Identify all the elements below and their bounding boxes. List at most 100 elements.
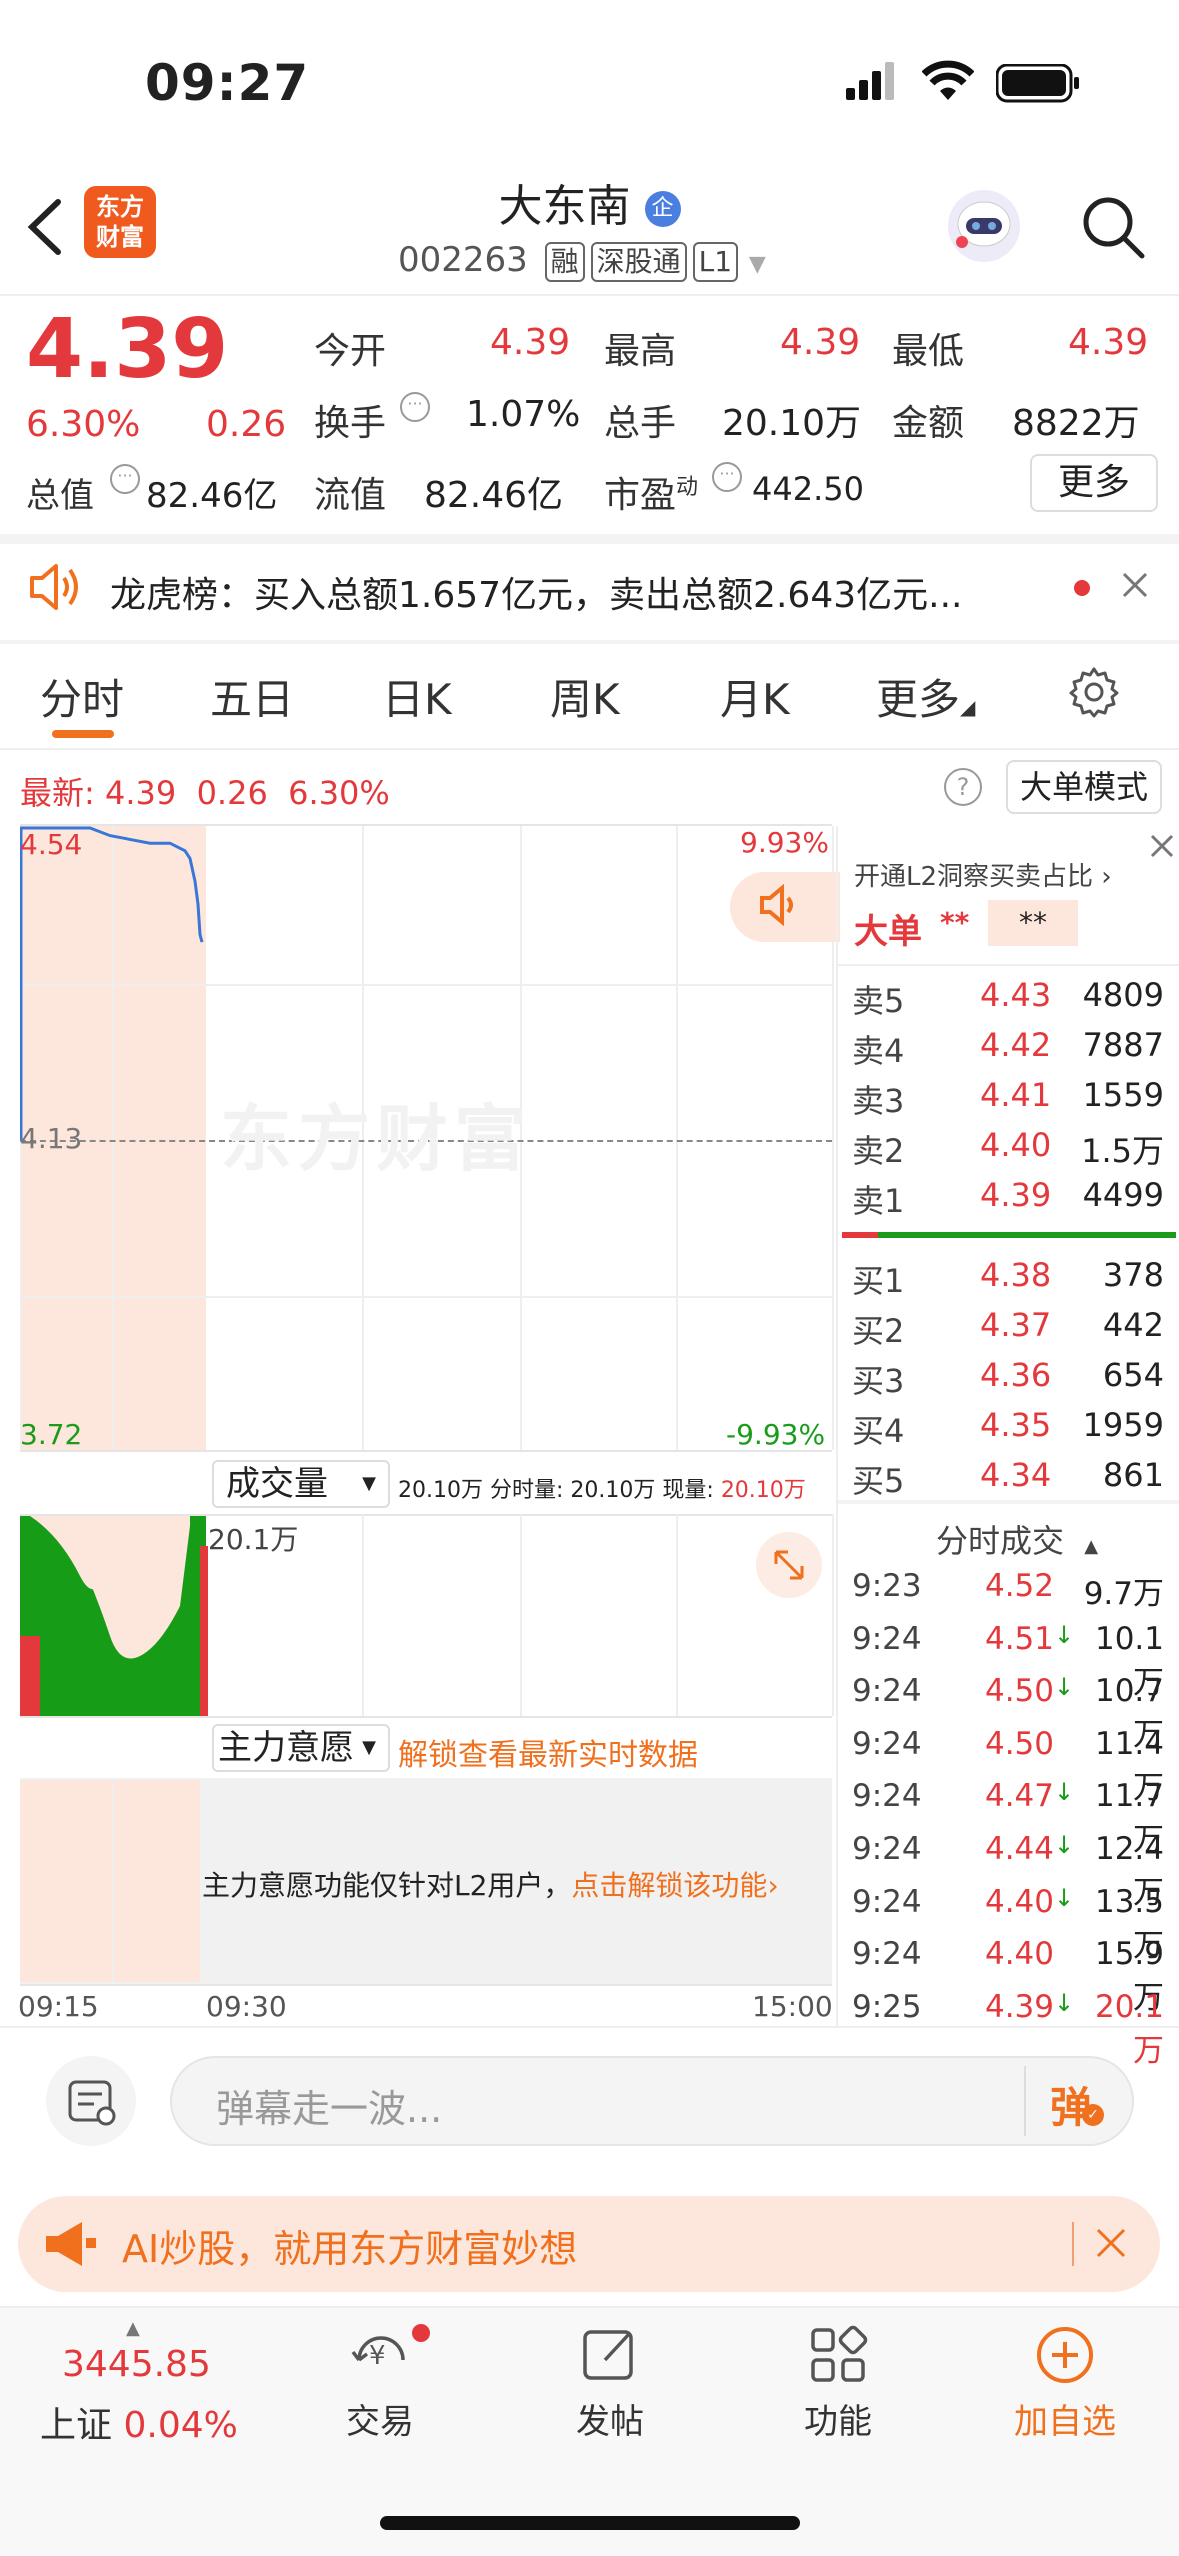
label-volume: 总手 [604,403,677,444]
bid-row[interactable]: 买1 4.38 378 [852,1256,1164,1302]
big-order-value-2: ** [988,900,1078,946]
price-line [20,826,204,1140]
ask-row[interactable]: 卖4 4.42 7887 [852,1026,1164,1072]
zhuli-highlight-area [20,1780,200,1982]
price-line-chart [20,826,204,1140]
bid-volume: 378 [1102,1256,1164,1294]
svg-text:¥: ¥ [369,2341,386,2371]
stock-code-line: 002263 融深股通 L1 ▼ [398,240,766,282]
tab-weekly-k[interactable]: 周K [550,666,620,727]
info-icon[interactable]: ··· [400,392,430,422]
ask-price: 4.40 [980,1126,1052,1164]
volume-max-label: 20.1万 [208,1523,299,1556]
bid-label: 买1 [852,1262,905,1300]
ask-price: 4.43 [980,976,1052,1014]
volume-dropdown[interactable]: 成交量 ▼ [212,1460,390,1508]
current-price: 4.39 [26,302,229,397]
big-order-mode-button[interactable]: 大单模式 [1006,760,1162,814]
ask-label: 卖3 [852,1082,905,1120]
bid-price: 4.36 [980,1356,1052,1394]
label-pe: 市盈动 [604,475,699,516]
ask-volume: 7887 [1082,1026,1164,1064]
more-button[interactable]: 更多 [1030,454,1158,512]
danmaku-send-button[interactable]: 弹 ✓ [1050,2074,1104,2135]
open-l2-link[interactable]: 开通L2洞察买卖占比 › [854,856,1112,893]
ask-row[interactable]: 卖3 4.41 1559 [852,1076,1164,1122]
bid-row[interactable]: 买3 4.36 654 [852,1356,1164,1402]
bid-row[interactable]: 买2 4.37 442 [852,1306,1164,1352]
value-pe: 442.50 [752,470,864,508]
unread-dot [1074,580,1090,596]
y-high-label: 4.54 [20,828,83,861]
tab-five-day[interactable]: 五日 [210,666,294,727]
broadcast-button[interactable] [730,872,840,942]
ask-row[interactable]: 卖2 4.40 1.5万 [852,1126,1164,1172]
nav-post[interactable]: 发帖 [560,2320,660,2443]
tab-daily-k[interactable]: 日K [382,666,452,727]
tab-timeshare[interactable]: 分时 [40,666,124,727]
ask-price: 4.39 [980,1176,1052,1214]
ask-row[interactable]: 卖1 4.39 4499 [852,1176,1164,1222]
info-icon[interactable]: ··· [712,462,742,492]
y-low-label: 3.72 [20,1418,83,1451]
zhuli-dropdown[interactable]: 主力意愿 ▼ [212,1724,390,1772]
latest-line: 最新: 4.39 0.26 6.30% [20,774,390,812]
ask-volume: 1.5万 [1081,1132,1164,1170]
battery-icon [995,63,1082,108]
tab-monthly-k[interactable]: 月K [720,666,790,727]
unlock-link[interactable]: 解锁查看最新实时数据 [398,1730,698,1774]
dropdown-icon: ▼ [748,252,766,277]
nav-function[interactable]: 功能 [788,2320,888,2443]
status-time: 09:27 [145,54,310,112]
x-tick-end: 15:00 [752,1990,833,2023]
dragon-tiger-banner[interactable]: 龙虎榜：买入总额1.657亿元，卖出总额2.643亿元... [110,566,1030,618]
price-change-pct: 6.30% [26,404,141,445]
bid-volume: 442 [1102,1306,1164,1344]
close-icon[interactable] [1120,570,1150,604]
label-open: 今开 [314,331,387,372]
pct-low-label: -9.93% [726,1418,826,1451]
comment-list-icon[interactable] [46,2056,136,2146]
bid-volume: 861 [1102,1456,1164,1494]
ask-price: 4.42 [980,1026,1052,1064]
trades-header[interactable]: 分时成交 ▲ [936,1516,1098,1562]
help-icon[interactable]: ? [944,768,982,806]
unlock-feature-link[interactable]: 点击解锁该功能 [571,1869,767,1902]
nav-trade[interactable]: ¥ 交易 [330,2320,430,2443]
close-icon[interactable] [1094,2226,1128,2264]
settings-icon[interactable] [1068,666,1120,722]
bid-row[interactable]: 买5 4.34 861 [852,1456,1164,1502]
bid-row[interactable]: 买4 4.35 1959 [852,1406,1164,1452]
expand-icon[interactable] [756,1532,822,1598]
trade-arrow [1054,1568,1070,1613]
ask-row[interactable]: 卖5 4.43 4809 [852,976,1164,1022]
stock-code: 002263 [398,240,528,280]
info-icon[interactable]: ··· [110,464,140,494]
big-order-label: 大单 [854,912,922,952]
notification-dot [412,2324,430,2342]
search-icon[interactable] [1080,194,1146,264]
ask-volume: 4809 [1082,976,1164,1014]
trade-volume: 9.7万 [1083,1576,1164,1612]
tab-more[interactable]: 更多◢ [876,666,975,727]
index-widget[interactable]: ▲ 3445.85 上证 0.04% [36,2318,276,2448]
ai-ad-banner[interactable]: AI炒股，就用东方财富妙想 [18,2196,1160,2292]
nav-add-watchlist[interactable]: 加自选 [1000,2320,1130,2443]
bid-volume: 654 [1102,1356,1164,1394]
close-icon[interactable] [1148,832,1176,864]
tag-shengutong: 深股通 [590,242,687,282]
robot-avatar[interactable] [948,190,1020,262]
label-amount: 金额 [892,403,965,444]
ask-label: 卖2 [852,1132,905,1170]
enterprise-badge: 企 [644,191,681,227]
label-low: 最低 [892,331,965,372]
tag-rong: 融 [544,242,585,282]
label-float-cap: 流值 [314,475,387,516]
price-change: 0.26 [206,404,287,445]
comment-input[interactable]: 弹幕走一波... [170,2056,1134,2146]
value-volume: 20.10万 [722,403,862,444]
label-total-cap: 总值 [26,476,94,516]
bid-label: 买3 [852,1362,905,1400]
value-amount: 8822万 [1012,403,1140,444]
bid-price: 4.35 [980,1406,1052,1444]
